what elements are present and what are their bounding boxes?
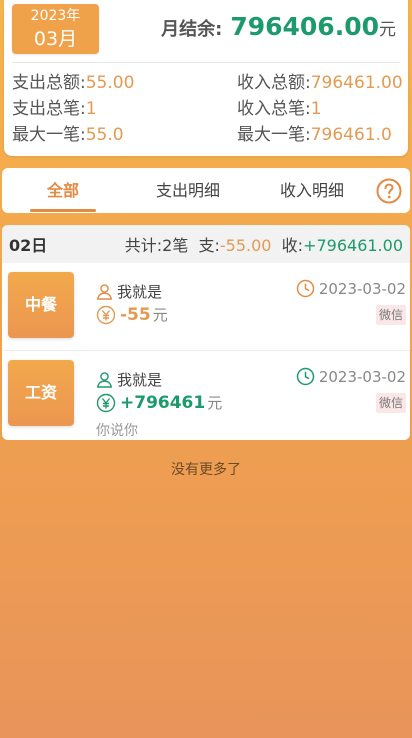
tab-expense-detail[interactable]: 支出明细 [140,168,236,213]
category-badge: 中餐 [8,272,74,338]
user-icon [96,284,113,300]
amount-unit: 元 [152,306,168,324]
clock-icon [296,279,315,298]
list-item[interactable]: 工资 我就是 +796461 元 你说你 2023-03-02 微信 [2,351,410,439]
help-icon[interactable] [375,177,403,205]
expense-max-value: 55.0 [85,125,124,145]
active-tab-indicator [30,209,96,212]
expense-count-value: 1 [85,99,97,119]
month-label: 03月 [33,28,78,50]
amount-value: -55 [120,304,151,325]
expense-stats: 支出总额:55.00 支出总笔:1 最大一笔:55.0 [12,70,134,148]
entry-person: 我就是 [96,281,162,302]
entry-time: 2023-03-02 [296,367,406,386]
entry-amount: -55 元 [96,304,168,325]
no-more-text: 没有更多了 [171,462,241,478]
amount-value: +796461 [120,392,206,413]
income-total-label: 收入总额: [237,73,311,93]
entry-note: 你说你 [96,423,138,439]
income-total-value: 796461.00 [310,73,403,93]
day-group: 02日 共计:2笔 支:-55.00 收:+796461.00 中餐 我就是 -… [2,225,410,440]
income-stats: 收入总额:796461.00 收入总笔:1 最大一笔:796461.0 [237,70,403,148]
person-name: 我就是 [117,371,163,389]
year-label: 2023年 [30,8,81,24]
day-out-value: -55.00 [219,236,272,255]
day-label: 02日 [9,236,48,255]
day-out-label: 支: [198,236,220,255]
yen-icon [96,305,116,324]
entry-date: 2023-03-02 [318,367,406,386]
payment-method-badge: 微信 [375,305,406,325]
balance-value: 796406.00 [230,12,379,41]
entry-person: 我就是 [96,369,162,390]
expense-max-label: 最大一笔: [12,125,86,145]
income-count-value: 1 [310,99,322,119]
filter-tabs: 全部 支出明细 收入明细 [2,168,410,213]
entry-time: 2023-03-02 [296,279,406,298]
expense-total-value: 55.00 [85,73,135,93]
payment-method-badge: 微信 [375,393,406,413]
income-count-label: 收入总笔: [237,99,311,119]
monthly-balance: 月结余: 796406.00 元 [161,12,396,48]
tab-income-detail[interactable]: 收入明细 [264,168,360,213]
entry-date: 2023-03-02 [318,279,406,298]
user-icon [96,372,113,388]
expense-count-label: 支出总笔: [12,99,86,119]
balance-unit: 元 [379,20,396,40]
divider [12,62,400,63]
day-summary: 共计:2笔 支:-55.00 收:+796461.00 [125,232,403,256]
list-item[interactable]: 中餐 我就是 -55 元 2023-03-02 微信 [2,263,410,351]
balance-label: 月结余: [161,19,223,40]
day-in-value: +796461.00 [303,236,403,255]
income-max-label: 最大一笔: [237,125,311,145]
tab-all[interactable]: 全部 [30,168,96,213]
yen-icon [96,393,116,412]
category-badge: 工资 [8,360,74,426]
amount-unit: 元 [207,394,223,412]
summary-card: 2023年 03月 月结余: 796406.00 元 支出总额:55.00 支出… [4,0,408,156]
entry-amount: +796461 元 [96,392,222,413]
month-picker[interactable]: 2023年 03月 [12,4,99,54]
day-in-label: 收: [281,236,304,255]
day-count: 共计:2笔 [124,236,189,255]
expense-total-label: 支出总额: [12,73,86,93]
clock-icon [296,367,315,386]
person-name: 我就是 [117,283,163,301]
day-header: 02日 共计:2笔 支:-55.00 收:+796461.00 [2,225,410,263]
income-max-value: 796461.0 [310,125,392,145]
